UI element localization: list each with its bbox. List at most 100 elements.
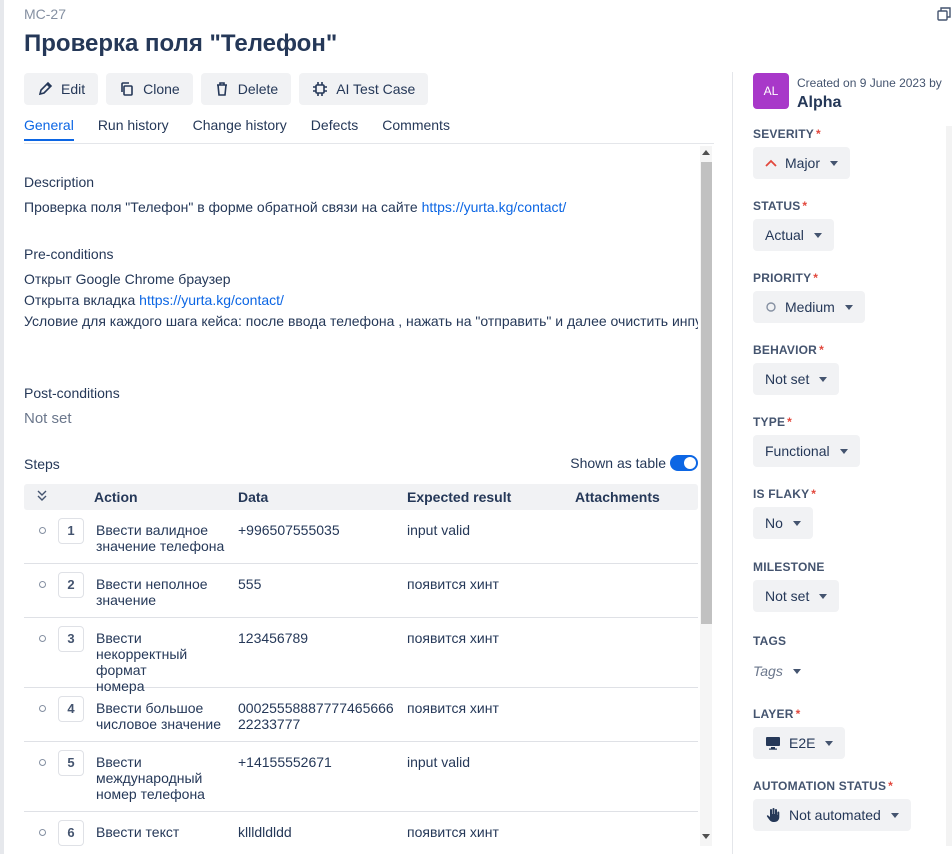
- step-status-icon: [39, 527, 46, 534]
- table-row[interactable]: 2 Ввести неполное значение 555 появится …: [24, 566, 698, 618]
- step-number: 6: [58, 820, 84, 846]
- table-row[interactable]: 4 Ввести большое числовое значение 00025…: [24, 690, 698, 742]
- required-marker: *: [802, 199, 808, 213]
- tab-defects[interactable]: Defects: [311, 117, 358, 141]
- behavior-value: Not set: [765, 371, 810, 387]
- sidebar-scrollbar[interactable]: [946, 126, 952, 846]
- postconditions-label: Post-conditions: [24, 385, 120, 401]
- tab-run-history[interactable]: Run history: [98, 117, 169, 141]
- collapse-all-icon[interactable]: [36, 488, 48, 505]
- is-flaky-select[interactable]: No: [753, 507, 813, 539]
- tags-label-text: TAGS: [753, 634, 787, 648]
- behavior-label: BEHAVIOR *: [753, 343, 824, 357]
- precondition-link[interactable]: https://yurta.kg/contact/: [139, 292, 284, 308]
- step-status-icon: [39, 635, 46, 642]
- steps-label: Steps: [24, 456, 60, 472]
- step-data: +996507555035: [238, 522, 340, 538]
- step-number: 4: [58, 696, 84, 722]
- step-expected: появится хинт: [407, 700, 499, 716]
- required-marker: *: [787, 415, 793, 429]
- ai-test-case-button[interactable]: AI Test Case: [299, 73, 429, 105]
- status-label: STATUS *: [753, 199, 807, 213]
- step-action: Ввести международный номер телефона: [96, 754, 205, 802]
- chevron-down-icon: [792, 520, 801, 526]
- precondition-line-2: Открыта вкладка https://yurta.kg/contact…: [24, 292, 284, 308]
- chevron-down-icon: [813, 232, 822, 238]
- toggle-label: Shown as table: [570, 455, 666, 471]
- type-label: TYPE *: [753, 415, 792, 429]
- status-value: Actual: [765, 227, 804, 243]
- circle-icon: [766, 302, 776, 312]
- tabs-divider: [24, 143, 714, 144]
- step-expected: input valid: [407, 754, 471, 770]
- tab-comments[interactable]: Comments: [382, 117, 450, 141]
- automation-status-label-text: AUTOMATION STATUS: [753, 779, 887, 793]
- edit-button[interactable]: Edit: [24, 73, 99, 105]
- automation-status-value: Not automated: [789, 807, 881, 823]
- window-controls: [936, 6, 952, 22]
- trash-icon: [216, 82, 227, 96]
- tab-general[interactable]: General: [24, 117, 74, 141]
- toggle-switch[interactable]: [670, 455, 698, 471]
- table-row[interactable]: 5 Ввести международный номер телефона +1…: [24, 744, 698, 812]
- required-marker: *: [819, 343, 824, 357]
- type-label-text: TYPE: [753, 415, 786, 429]
- step-status-icon: [39, 705, 46, 712]
- step-data: kllldldldd: [238, 824, 292, 840]
- tab-change-history[interactable]: Change history: [193, 117, 287, 141]
- milestone-label: MILESTONE: [753, 560, 825, 574]
- clone-button-label: Clone: [143, 81, 180, 97]
- step-expected: input valid: [407, 522, 471, 538]
- created-info: Created on 9 June 2023 by: [797, 76, 942, 90]
- restore-window-icon[interactable]: [936, 6, 952, 22]
- content-scrollbar-thumb[interactable]: [701, 162, 712, 624]
- automation-status-select[interactable]: Not automated: [753, 799, 911, 831]
- severity-select[interactable]: Major: [753, 147, 851, 179]
- status-select[interactable]: Actual: [753, 219, 834, 251]
- delete-button[interactable]: Delete: [200, 73, 292, 105]
- step-number: 2: [58, 572, 84, 598]
- pencil-icon: [38, 81, 53, 96]
- step-number: 1: [58, 518, 84, 544]
- delete-button-label: Delete: [237, 81, 279, 97]
- table-row[interactable]: 6 Ввести текст kllldldldd появится хинт: [24, 814, 698, 854]
- scroll-up-icon[interactable]: [702, 150, 710, 155]
- step-data: 555: [238, 576, 262, 592]
- chevron-down-icon: [825, 740, 834, 746]
- monitor-icon: [766, 737, 780, 750]
- table-row[interactable]: 1 Ввести валидное значение телефона +996…: [24, 512, 698, 564]
- copy-icon: [121, 82, 133, 96]
- postconditions-value: Not set: [24, 410, 72, 427]
- milestone-value: Not set: [765, 588, 810, 604]
- severity-label: SEVERITY *: [753, 127, 821, 141]
- shown-as-table-toggle[interactable]: Shown as table: [570, 455, 698, 471]
- milestone-select[interactable]: Not set: [753, 580, 840, 612]
- tags-select[interactable]: Tags: [753, 655, 801, 687]
- hand-icon: [766, 808, 780, 822]
- step-status-icon: [39, 829, 46, 836]
- properties-sidebar: AL Created on 9 June 2023 by Alpha SEVER…: [753, 72, 952, 854]
- author-name: Alpha: [797, 94, 842, 111]
- column-expected: Expected result: [407, 489, 512, 505]
- step-action: Ввести текст: [96, 824, 180, 840]
- required-marker: *: [795, 707, 801, 721]
- step-data: +14155552671: [238, 754, 332, 770]
- behavior-label-text: BEHAVIOR: [753, 343, 818, 357]
- ai-test-case-label: AI Test Case: [336, 81, 416, 97]
- scroll-down-icon[interactable]: [702, 834, 710, 839]
- toolbar: Edit Clone Delete AI Test Case: [24, 73, 429, 105]
- step-action: Ввести валидное значение телефона: [96, 522, 225, 554]
- priority-select[interactable]: Medium: [753, 291, 865, 323]
- behavior-select[interactable]: Not set: [753, 363, 840, 395]
- type-select[interactable]: Functional: [753, 435, 860, 467]
- step-expected: появится хинт: [407, 630, 499, 646]
- step-number: 3: [58, 626, 84, 652]
- avatar: AL: [753, 73, 789, 109]
- clone-button[interactable]: Clone: [106, 73, 193, 105]
- table-row[interactable]: 3 Ввести некорректный формат номера 1234…: [24, 620, 698, 694]
- case-id: MC-27: [24, 6, 67, 22]
- precondition-line-2-text: Открыта вкладка: [24, 292, 140, 308]
- description-link[interactable]: https://yurta.kg/contact/: [422, 199, 567, 215]
- layer-select[interactable]: E2E: [753, 727, 846, 759]
- precondition-line-1: Открыт Google Chrome браузер: [24, 271, 231, 287]
